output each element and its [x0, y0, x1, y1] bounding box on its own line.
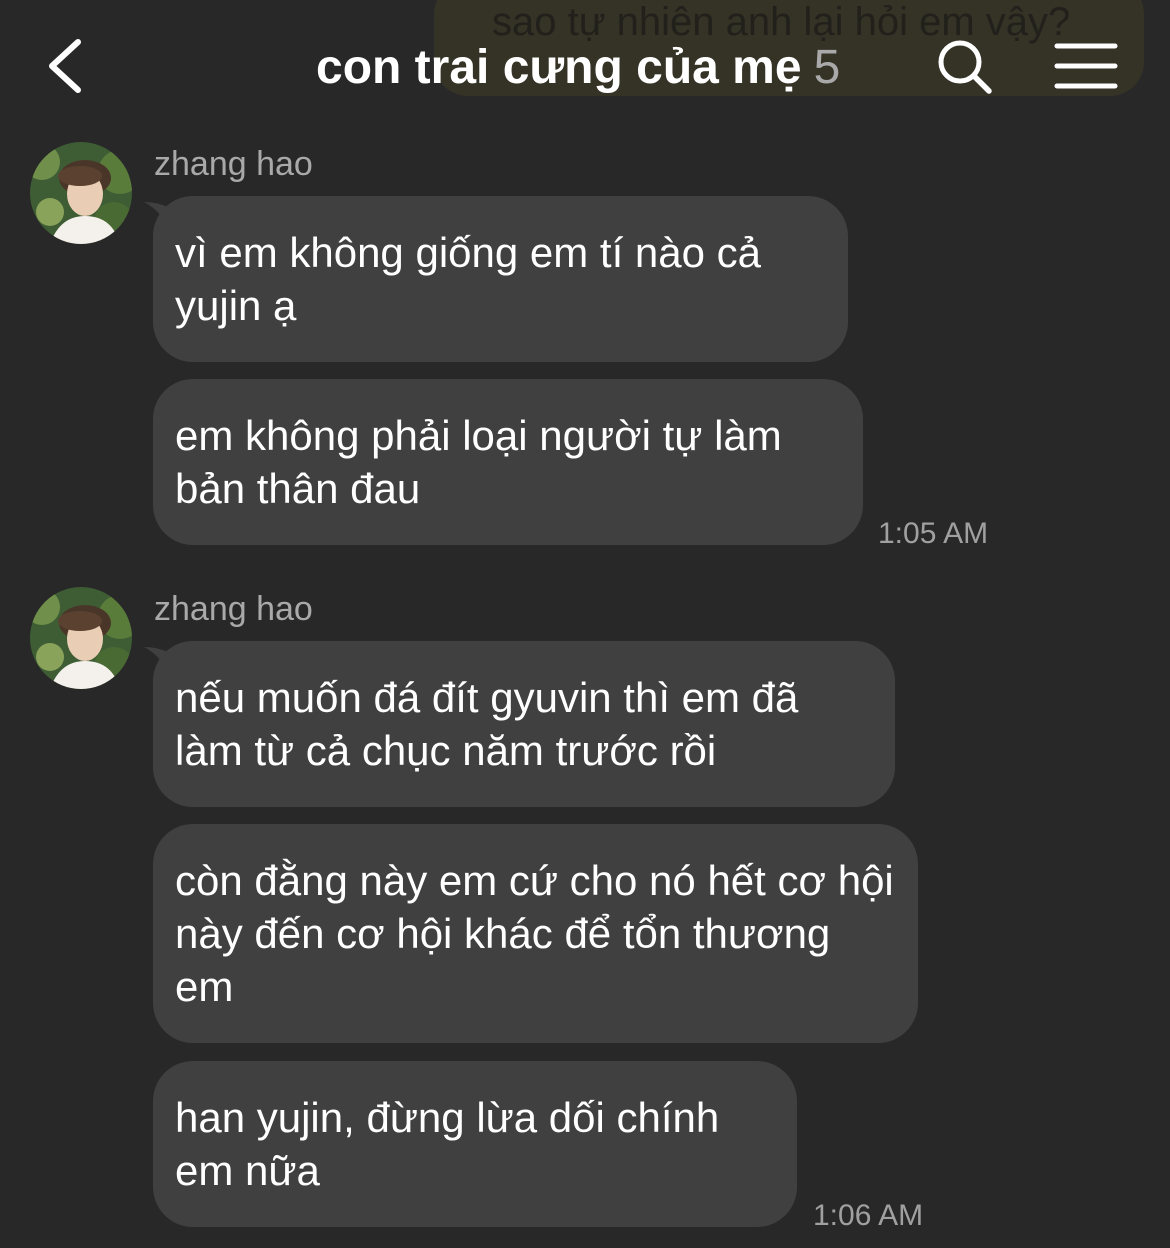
message-timestamp: 1:05 AM [878, 517, 989, 550]
search-icon [938, 40, 992, 94]
message-bubble[interactable]: còn đằng này em cứ cho nó hết cơ hội này… [153, 824, 918, 1043]
message-text: vì em không giống em tí nào cả yujin ạ [175, 229, 762, 329]
member-count: 5 [813, 41, 841, 94]
menu-button[interactable] [1054, 42, 1118, 90]
back-button[interactable] [38, 34, 98, 98]
avatar[interactable] [30, 587, 132, 689]
message-text: em không phải loại người tự làm bản thân… [175, 412, 782, 512]
avatar[interactable] [30, 142, 132, 244]
message-bubble[interactable]: em không phải loại người tự làm bản thân… [153, 379, 863, 545]
profile-photo [30, 142, 132, 244]
chevron-left-icon [49, 39, 81, 93]
message-bubble[interactable]: han yujin, đừng lừa dối chính em nữa [153, 1061, 797, 1227]
message-bubble[interactable]: vì em không giống em tí nào cả yujin ạ [153, 196, 848, 362]
message-text: nếu muốn đá đít gyuvin thì em đã làm từ … [175, 674, 799, 774]
message-text: còn đằng này em cứ cho nó hết cơ hội này… [175, 857, 894, 1010]
sender-name: zhang hao [154, 145, 313, 183]
chat-title[interactable]: con trai cưng của mẹ 5 [316, 38, 840, 98]
message-timestamp: 1:06 AM [813, 1199, 924, 1232]
message-bubble[interactable]: nếu muốn đá đít gyuvin thì em đã làm từ … [153, 641, 895, 807]
hamburger-menu-icon [1054, 43, 1118, 89]
sender-name: zhang hao [154, 590, 313, 628]
chat-header: con trai cưng của mẹ 5 [0, 0, 1170, 130]
search-button[interactable] [934, 36, 994, 96]
profile-photo [30, 587, 132, 689]
message-text: han yujin, đừng lừa dối chính em nữa [175, 1094, 720, 1194]
chat-title-text: con trai cưng của mẹ [316, 41, 802, 94]
